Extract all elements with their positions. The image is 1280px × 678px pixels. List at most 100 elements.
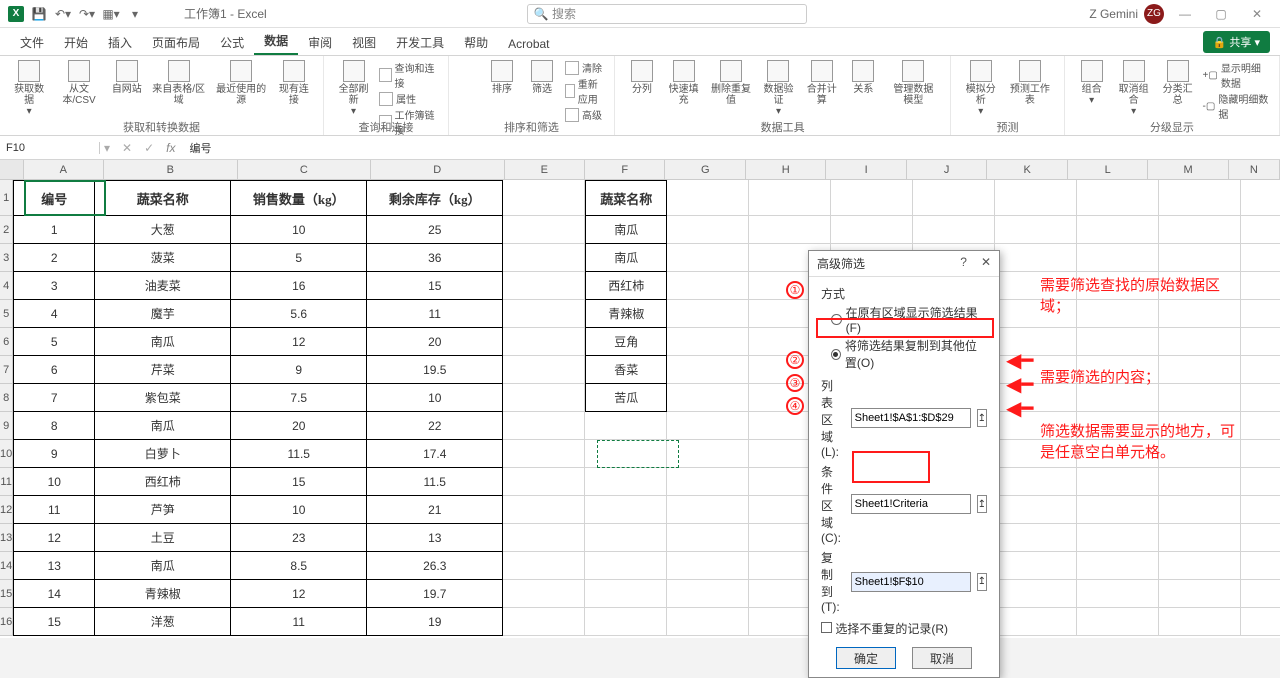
cell[interactable] [667, 608, 749, 636]
cell[interactable]: 南瓜 [585, 244, 667, 272]
cell[interactable] [667, 468, 749, 496]
cell[interactable]: 22 [367, 412, 503, 440]
tab-formula[interactable]: 公式 [210, 30, 254, 55]
cell[interactable] [995, 300, 1077, 328]
cell[interactable]: 芦笋 [95, 496, 231, 524]
cell[interactable]: 4 [13, 300, 95, 328]
cell[interactable]: 13 [367, 524, 503, 552]
cell[interactable] [995, 496, 1077, 524]
relationships-button[interactable]: 关系 [844, 58, 882, 97]
cell[interactable] [831, 216, 913, 244]
cell[interactable] [1159, 244, 1241, 272]
cell[interactable]: 5.6 [231, 300, 367, 328]
cell[interactable] [1159, 356, 1241, 384]
cell[interactable] [585, 412, 667, 440]
cell[interactable]: 16 [231, 272, 367, 300]
from-web-button[interactable]: 自网站 [108, 58, 146, 97]
row-header[interactable]: 16 [0, 608, 13, 636]
properties-button[interactable]: 属性 [379, 91, 438, 106]
cell[interactable] [667, 216, 749, 244]
cell[interactable]: 19.7 [367, 580, 503, 608]
name-box[interactable]: F10 [0, 142, 100, 154]
cell[interactable]: 豆角 [585, 328, 667, 356]
cell[interactable] [1241, 496, 1280, 524]
cell[interactable] [1077, 244, 1159, 272]
cell[interactable]: 11.5 [367, 468, 503, 496]
clear-filter-button[interactable]: 清除 [565, 60, 604, 75]
cell[interactable] [1241, 580, 1280, 608]
cell[interactable]: 20 [367, 328, 503, 356]
cell[interactable] [667, 272, 749, 300]
cell[interactable] [1159, 216, 1241, 244]
row-header[interactable]: 3 [0, 244, 13, 272]
cell[interactable] [1077, 496, 1159, 524]
cell[interactable] [1077, 300, 1159, 328]
row-header[interactable]: 15 [0, 580, 13, 608]
col-header[interactable]: J [907, 160, 987, 179]
cell[interactable] [503, 356, 585, 384]
cell[interactable] [1159, 524, 1241, 552]
cell[interactable]: 21 [367, 496, 503, 524]
cell[interactable]: 销售数量（kg） [231, 180, 367, 216]
col-header[interactable]: E [505, 160, 585, 179]
share-button[interactable]: 🔒 共享 ▾ [1203, 31, 1270, 53]
cell[interactable] [1241, 468, 1280, 496]
cell[interactable]: 南瓜 [95, 552, 231, 580]
cell[interactable] [503, 412, 585, 440]
cell[interactable]: 剩余库存（kg） [367, 180, 503, 216]
cell[interactable] [503, 440, 585, 468]
cell[interactable]: 13 [13, 552, 95, 580]
cell[interactable]: 19 [367, 608, 503, 636]
row-header[interactable]: 14 [0, 552, 13, 580]
cell[interactable] [1241, 608, 1280, 636]
cancel-button[interactable]: 取消 [912, 647, 972, 669]
sort-asc-icon[interactable] [459, 60, 479, 80]
cell[interactable]: 14 [13, 580, 95, 608]
cell[interactable]: 25 [367, 216, 503, 244]
cell[interactable] [1241, 524, 1280, 552]
data-model-button[interactable]: 管理数据模型 [884, 58, 942, 108]
cell[interactable]: 洋葱 [95, 608, 231, 636]
cell[interactable] [503, 580, 585, 608]
cell[interactable]: 11 [13, 496, 95, 524]
redo-icon[interactable]: ↷▾ [78, 5, 96, 23]
show-detail-button[interactable]: +▢显示明细数据 [1203, 60, 1269, 90]
whatif-button[interactable]: 模拟分析▾ [959, 58, 1002, 119]
cell[interactable] [1241, 552, 1280, 580]
cell[interactable] [667, 580, 749, 608]
cell[interactable]: 南瓜 [95, 412, 231, 440]
cell[interactable] [1077, 440, 1159, 468]
cell[interactable]: 白萝卜 [95, 440, 231, 468]
ok-button[interactable]: 确定 [836, 647, 896, 669]
dialog-help-icon[interactable]: ? [960, 255, 967, 272]
cell[interactable]: 油麦菜 [95, 272, 231, 300]
user-avatar-icon[interactable]: ZG [1144, 4, 1164, 24]
cell[interactable]: 15 [13, 608, 95, 636]
col-header[interactable]: D [371, 160, 504, 179]
cell[interactable] [913, 180, 995, 216]
cell[interactable] [1241, 440, 1280, 468]
cell[interactable] [503, 328, 585, 356]
cell[interactable] [1077, 384, 1159, 412]
cell[interactable]: 36 [367, 244, 503, 272]
tab-home[interactable]: 开始 [54, 30, 98, 55]
range-picker-icon[interactable]: ↥ [977, 573, 987, 591]
col-header[interactable]: L [1068, 160, 1148, 179]
cell[interactable]: 5 [13, 328, 95, 356]
cell[interactable]: 青辣椒 [95, 580, 231, 608]
cell[interactable] [585, 524, 667, 552]
cell[interactable]: 10 [231, 496, 367, 524]
cell[interactable] [995, 216, 1077, 244]
cell[interactable] [1159, 440, 1241, 468]
cell[interactable] [667, 440, 749, 468]
cell[interactable]: 3 [13, 272, 95, 300]
cell[interactable] [995, 244, 1077, 272]
cell[interactable] [503, 552, 585, 580]
tab-dev[interactable]: 开发工具 [386, 30, 454, 55]
cells-area[interactable]: 编号蔬菜名称销售数量（kg）剩余库存（kg）蔬菜名称1大葱1025南瓜2菠菜53… [13, 180, 1280, 636]
cell[interactable]: 7 [13, 384, 95, 412]
cell[interactable]: 菠菜 [95, 244, 231, 272]
cell[interactable] [1077, 216, 1159, 244]
cell[interactable] [585, 468, 667, 496]
cell[interactable]: 20 [231, 412, 367, 440]
